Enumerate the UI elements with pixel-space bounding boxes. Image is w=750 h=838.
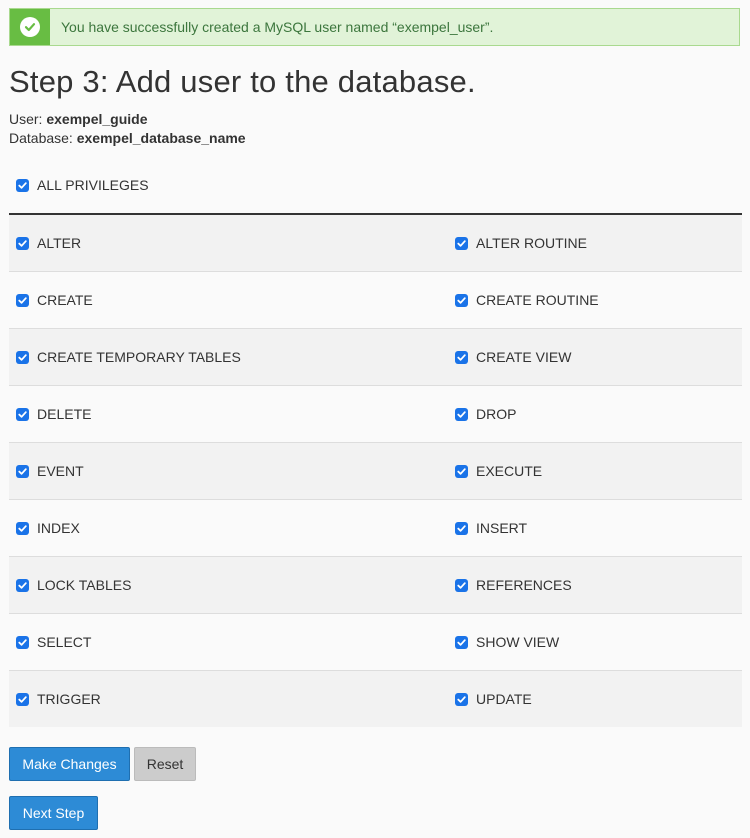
privilege-label: INSERT — [476, 520, 528, 536]
privilege-checkbox[interactable] — [455, 350, 468, 364]
all-privileges-label: ALL PRIVILEGES — [37, 177, 149, 193]
privilege-option[interactable]: EXECUTE — [448, 463, 742, 479]
privilege-label: ALTER — [37, 235, 82, 251]
privilege-option[interactable]: REFERENCES — [448, 577, 742, 593]
privilege-option[interactable]: DELETE — [9, 406, 448, 422]
privilege-row: LOCK TABLES REFERENCES — [9, 557, 742, 614]
next-step-button[interactable]: Next Step — [9, 796, 98, 830]
alert-icon-box — [10, 9, 50, 45]
privilege-checkbox[interactable] — [455, 521, 468, 535]
privilege-option[interactable]: LOCK TABLES — [9, 577, 448, 593]
privilege-option[interactable]: SHOW VIEW — [448, 634, 742, 650]
privilege-option[interactable]: CREATE ROUTINE — [448, 292, 742, 308]
privilege-option[interactable]: ALTER — [9, 235, 448, 251]
privilege-label: DROP — [476, 406, 517, 422]
privilege-option[interactable]: ALTER ROUTINE — [448, 235, 742, 251]
privilege-label: DELETE — [37, 406, 92, 422]
privilege-label: LOCK TABLES — [37, 577, 132, 593]
privilege-option[interactable]: INSERT — [448, 520, 742, 536]
privilege-checkbox[interactable] — [16, 350, 29, 364]
privilege-row: INDEX INSERT — [9, 500, 742, 557]
privilege-label: REFERENCES — [476, 577, 572, 593]
privilege-label: CREATE TEMPORARY TABLES — [37, 349, 241, 365]
privileges-table: ALTER ALTER ROUTINE CREATE CREATE ROUTINE CR… — [9, 215, 742, 727]
privilege-label: INDEX — [37, 520, 80, 536]
user-value: exempel_guide — [46, 111, 148, 127]
database-value: exempel_database_name — [76, 130, 246, 146]
privilege-row: CREATE TEMPORARY TABLES CREATE VIEW — [9, 329, 742, 386]
user-label: User: — [9, 111, 43, 127]
privilege-label: ALTER ROUTINE — [476, 235, 587, 251]
page-title: Step 3: Add user to the database. — [9, 64, 476, 99]
privilege-checkbox[interactable] — [455, 692, 468, 706]
page: You have successfully created a MySQL us… — [0, 0, 750, 838]
check-circle-icon — [20, 17, 40, 37]
privilege-row: ALTER ALTER ROUTINE — [9, 215, 742, 272]
privilege-option[interactable]: UPDATE — [448, 691, 742, 707]
privilege-label: CREATE — [37, 292, 93, 308]
make-changes-button[interactable]: Make Changes — [9, 747, 130, 781]
privilege-checkbox[interactable] — [16, 464, 29, 478]
privilege-checkbox[interactable] — [455, 635, 468, 649]
database-info: Database: exempel_database_name — [9, 130, 246, 146]
privilege-row: TRIGGER UPDATE — [9, 671, 742, 727]
privilege-label: CREATE VIEW — [476, 349, 572, 365]
all-privileges-checkbox[interactable] — [16, 178, 29, 192]
privilege-option[interactable]: DROP — [448, 406, 742, 422]
privilege-checkbox[interactable] — [16, 692, 29, 706]
privilege-checkbox[interactable] — [455, 293, 468, 307]
privilege-label: EXECUTE — [476, 463, 543, 479]
privilege-checkbox[interactable] — [16, 236, 29, 250]
database-label: Database: — [9, 130, 73, 146]
privilege-label: SELECT — [37, 634, 92, 650]
all-privileges-option[interactable]: ALL PRIVILEGES — [16, 177, 149, 193]
privilege-checkbox[interactable] — [455, 236, 468, 250]
privilege-checkbox[interactable] — [455, 578, 468, 592]
privilege-option[interactable]: TRIGGER — [9, 691, 448, 707]
privilege-option[interactable]: SELECT — [9, 634, 448, 650]
privilege-checkbox[interactable] — [16, 293, 29, 307]
privilege-row: SELECT SHOW VIEW — [9, 614, 742, 671]
privilege-checkbox[interactable] — [16, 578, 29, 592]
privilege-checkbox[interactable] — [16, 635, 29, 649]
alert-message: You have successfully created a MySQL us… — [61, 19, 494, 35]
reset-button[interactable]: Reset — [134, 747, 196, 781]
privilege-label: EVENT — [37, 463, 84, 479]
privilege-row: CREATE CREATE ROUTINE — [9, 272, 742, 329]
privilege-row: DELETE DROP — [9, 386, 742, 443]
privilege-label: SHOW VIEW — [476, 634, 560, 650]
success-alert: You have successfully created a MySQL us… — [9, 8, 740, 46]
privilege-label: TRIGGER — [37, 691, 101, 707]
privilege-label: UPDATE — [476, 691, 532, 707]
privilege-checkbox[interactable] — [455, 464, 468, 478]
privilege-option[interactable]: CREATE VIEW — [448, 349, 742, 365]
privilege-option[interactable]: CREATE TEMPORARY TABLES — [9, 349, 448, 365]
privilege-row: EVENT EXECUTE — [9, 443, 742, 500]
user-info: User: exempel_guide — [9, 111, 148, 127]
privilege-option[interactable]: CREATE — [9, 292, 448, 308]
privilege-option[interactable]: EVENT — [9, 463, 448, 479]
privilege-option[interactable]: INDEX — [9, 520, 448, 536]
privilege-checkbox[interactable] — [16, 521, 29, 535]
privilege-checkbox[interactable] — [455, 407, 468, 421]
privilege-label: CREATE ROUTINE — [476, 292, 599, 308]
privilege-checkbox[interactable] — [16, 407, 29, 421]
